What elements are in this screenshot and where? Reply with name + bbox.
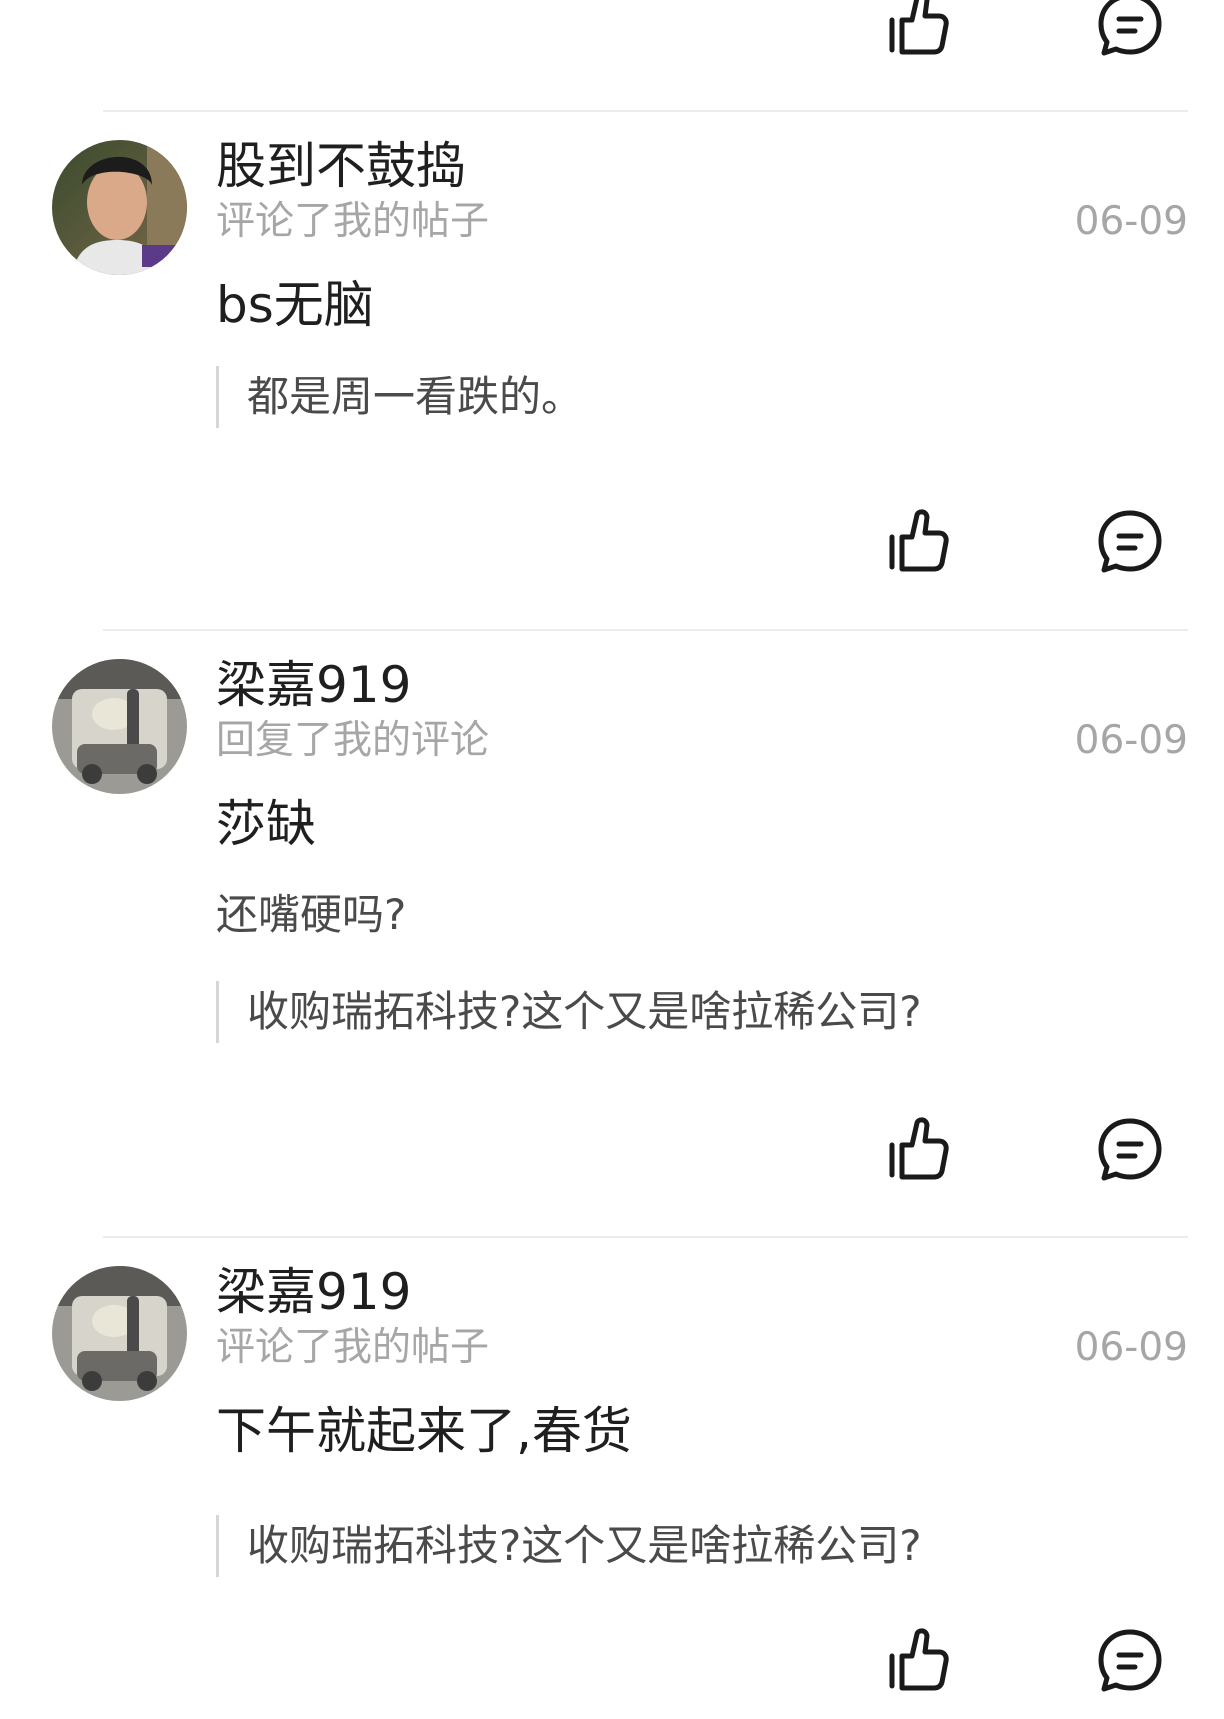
comment-content: bs无脑	[216, 276, 374, 334]
avatar[interactable]	[52, 1266, 187, 1401]
quoted-text[interactable]: 收购瑞拓科技?这个又是啥拉稀公司?	[216, 981, 922, 1043]
comment-button[interactable]	[1095, 1115, 1165, 1185]
notification-item: 梁嘉919 评论了我的帖子 06-09 下午就起来了,春货 收购瑞拓科技?这个又…	[0, 1238, 1224, 1719]
username[interactable]: 股到不鼓捣	[216, 136, 466, 196]
notification-item: 梁嘉919 回复了我的评论 06-09 莎缺 还嘴硬吗? 收购瑞拓科技?这个又是…	[0, 631, 1224, 1231]
timestamp: 06-09	[1074, 1325, 1188, 1370]
avatar[interactable]	[52, 659, 187, 794]
quoted-text[interactable]: 都是周一看跌的。	[216, 366, 583, 428]
previous-item-actions	[0, 0, 1224, 110]
thumbs-up-icon	[884, 507, 954, 577]
action-text: 评论了我的帖子	[216, 199, 490, 244]
timestamp: 06-09	[1074, 199, 1188, 244]
comment-button[interactable]	[1095, 1626, 1165, 1696]
like-button[interactable]	[884, 1626, 954, 1696]
reply-text: 还嘴硬吗?	[216, 890, 407, 939]
quoted-text[interactable]: 收购瑞拓科技?这个又是啥拉稀公司?	[216, 1515, 922, 1577]
comment-icon	[1095, 0, 1165, 60]
thumbs-up-icon	[884, 0, 954, 60]
notification-item: 股到不鼓捣 评论了我的帖子 06-09 bs无脑 都是周一看跌的。	[0, 112, 1224, 632]
timestamp: 06-09	[1074, 718, 1188, 763]
thumbs-up-icon	[884, 1115, 954, 1185]
username[interactable]: 梁嘉919	[216, 1262, 411, 1322]
thumbs-up-icon	[884, 1626, 954, 1696]
comment-icon	[1095, 1115, 1165, 1185]
like-button[interactable]	[884, 1115, 954, 1185]
action-text: 评论了我的帖子	[216, 1325, 490, 1370]
username[interactable]: 梁嘉919	[216, 655, 411, 715]
like-button[interactable]	[884, 0, 954, 60]
comment-icon	[1095, 1626, 1165, 1696]
action-text: 回复了我的评论	[216, 718, 490, 763]
comment-button[interactable]	[1095, 0, 1165, 60]
comment-icon	[1095, 507, 1165, 577]
comment-content: 莎缺	[216, 795, 316, 853]
avatar[interactable]	[52, 140, 187, 275]
comment-button[interactable]	[1095, 507, 1165, 577]
comment-content: 下午就起来了,春货	[216, 1402, 632, 1460]
like-button[interactable]	[884, 507, 954, 577]
